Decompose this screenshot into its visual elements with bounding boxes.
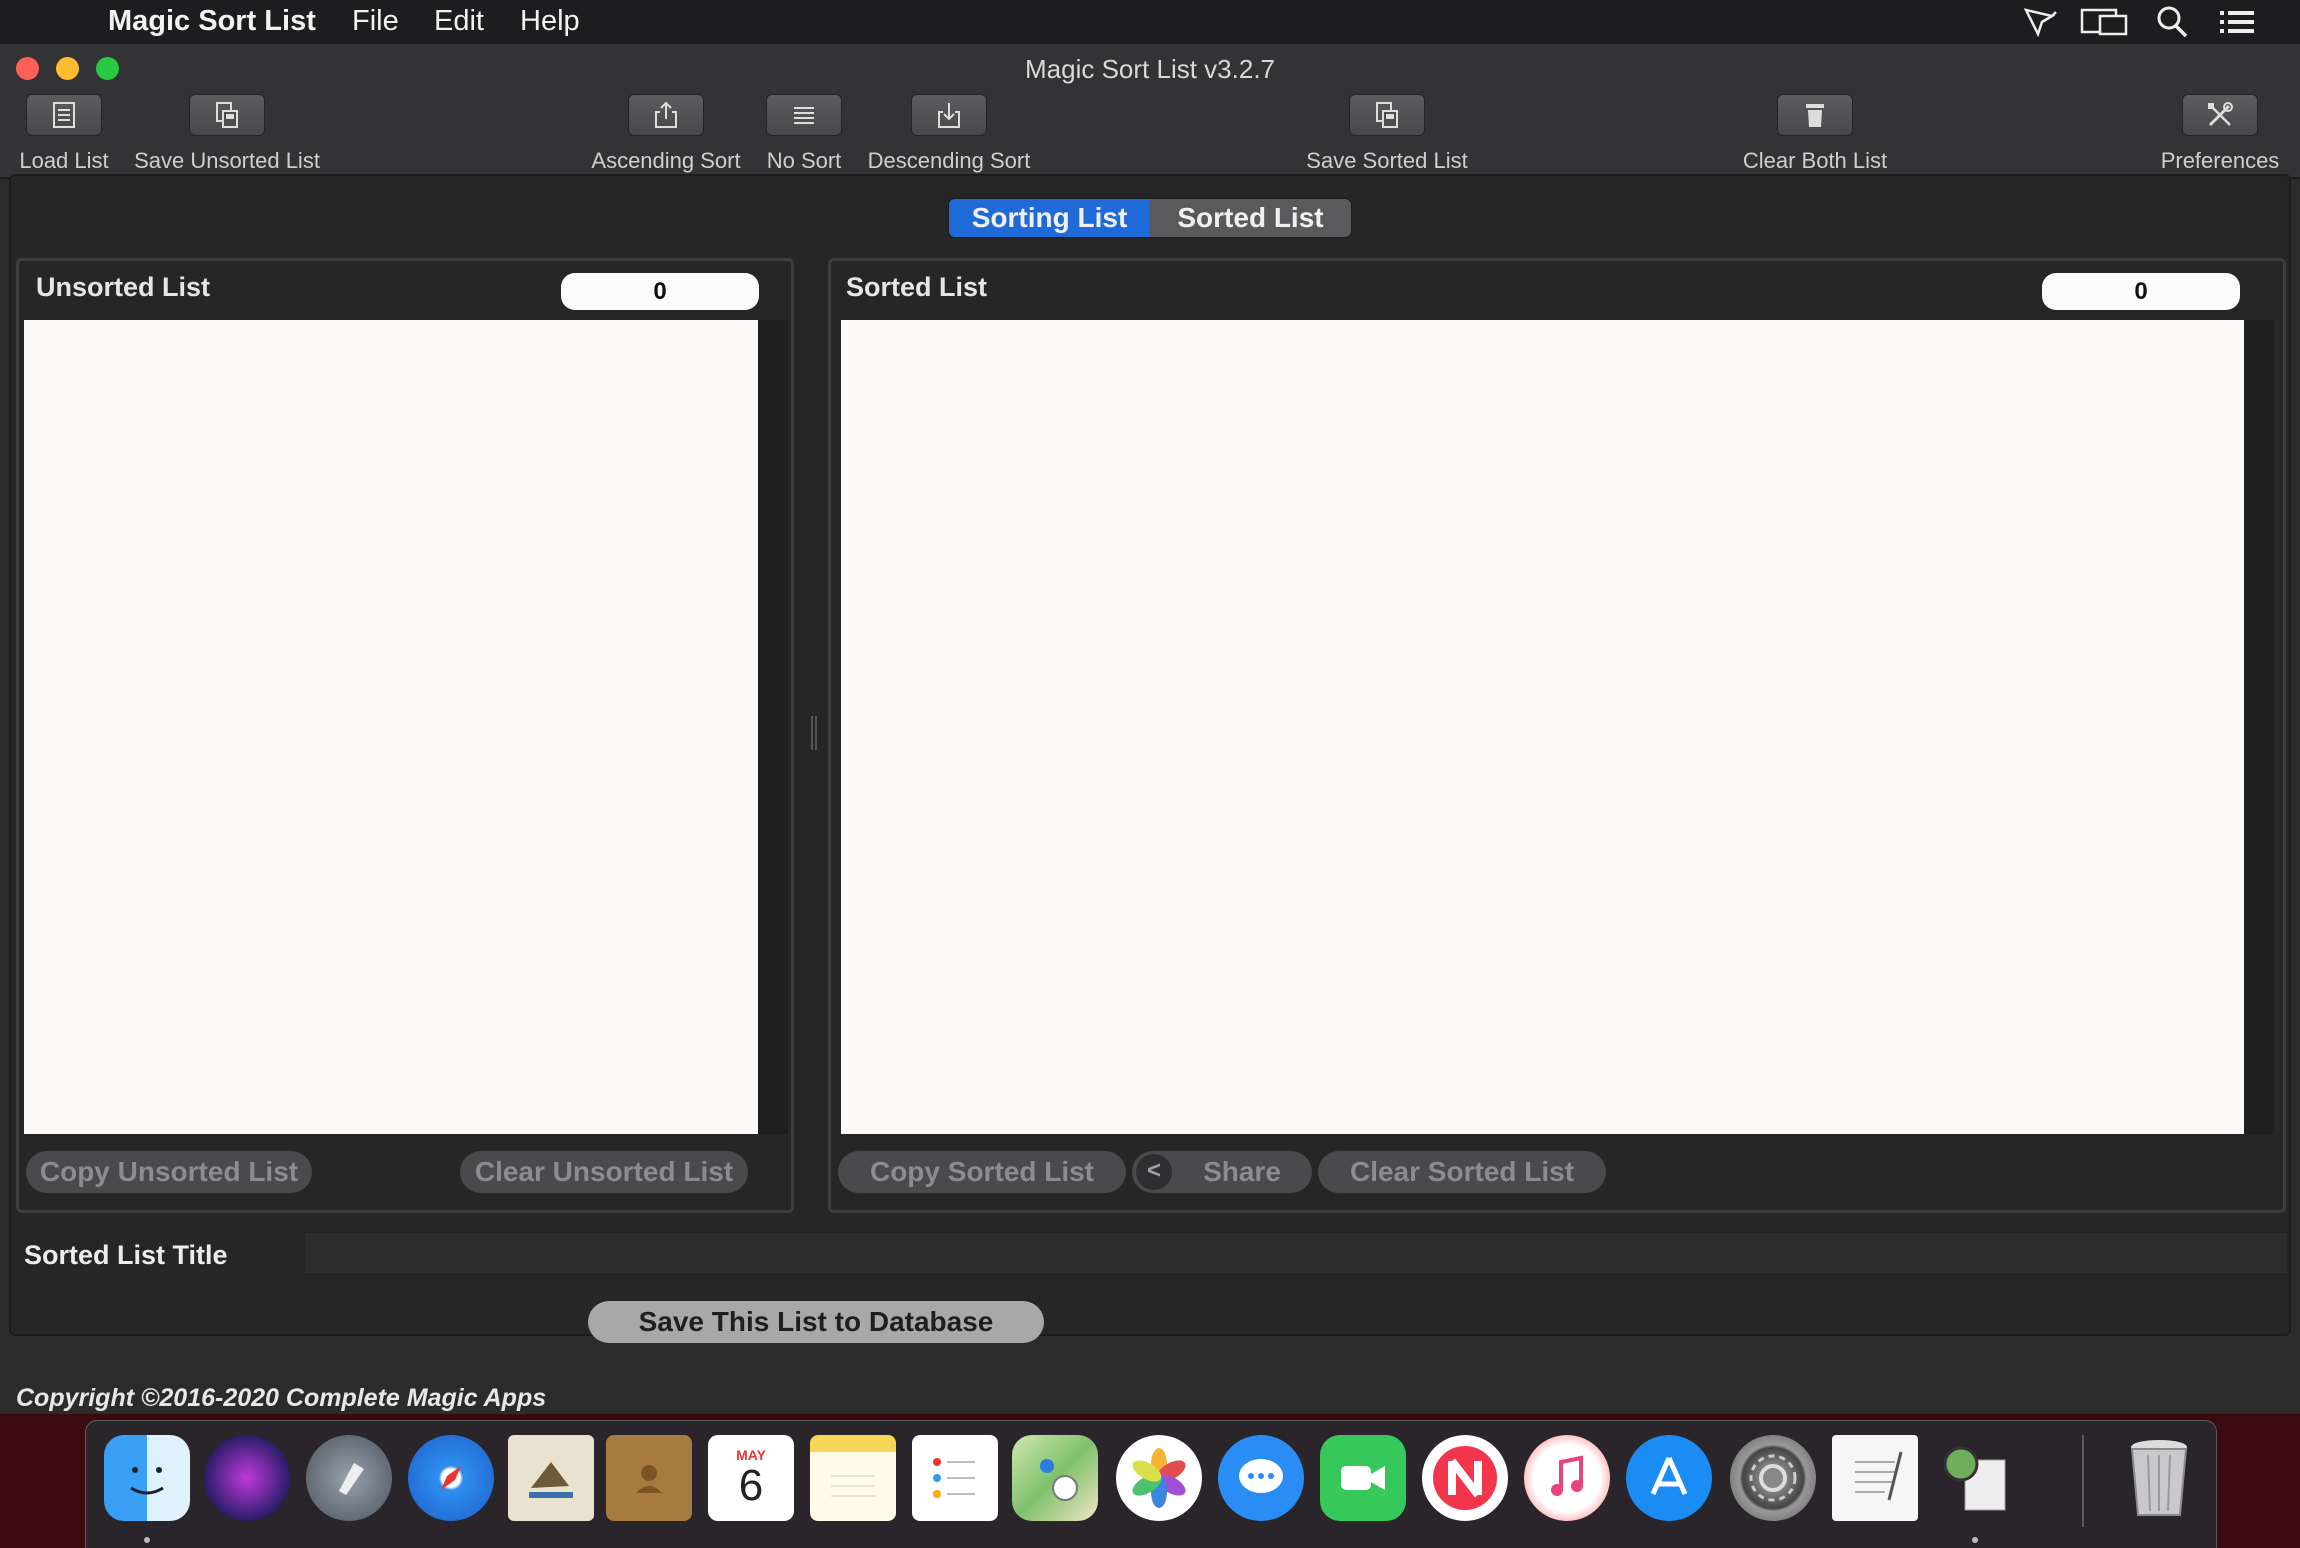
document-icon <box>53 102 75 128</box>
preferences-button[interactable]: Preferences <box>2150 94 2290 174</box>
sorted-list-area[interactable] <box>841 320 2244 1134</box>
edit-menu[interactable]: Edit <box>434 5 484 38</box>
clear-sorted-list-button[interactable]: Clear Sorted List <box>1318 1151 1606 1193</box>
calendar-icon[interactable]: MAY 6 <box>708 1435 794 1521</box>
load-list-label: Load List <box>19 148 109 173</box>
siri-icon[interactable] <box>204 1435 290 1521</box>
no-sort-label: No Sort <box>766 148 842 173</box>
title-bar: Magic Sort List v3.2.7 Load List Save Un… <box>0 44 2300 179</box>
facetime-icon[interactable] <box>1320 1435 1406 1521</box>
dock-separator <box>2082 1435 2084 1527</box>
lines-icon <box>794 107 814 124</box>
finder-icon[interactable] <box>104 1435 190 1521</box>
mail-icon[interactable] <box>508 1435 594 1521</box>
save-document-icon <box>216 102 238 128</box>
messages-icon[interactable] <box>1218 1435 1304 1521</box>
descending-sort-button[interactable]: Descending Sort <box>860 94 1038 174</box>
music-icon[interactable] <box>1524 1435 1610 1521</box>
app-menu[interactable]: Magic Sort List <box>108 5 316 38</box>
ascending-sort-label: Ascending Sort <box>591 148 741 173</box>
running-indicator <box>1972 1537 1978 1543</box>
clear-unsorted-list-button[interactable]: Clear Unsorted List <box>460 1151 748 1193</box>
split-view-divider[interactable] <box>811 716 817 750</box>
save-unsorted-list-label: Save Unsorted List <box>134 148 320 173</box>
download-icon <box>938 103 960 128</box>
unsorted-list-title: Unsorted List <box>36 272 211 302</box>
sorted-list-title-label: Sorted List Title <box>24 1240 228 1270</box>
unsorted-count-field: 0 <box>561 273 759 310</box>
clear-both-list-label: Clear Both List <box>1742 148 1888 173</box>
load-list-button[interactable]: Load List <box>10 94 118 174</box>
no-sort-button[interactable]: No Sort <box>760 94 848 174</box>
save-unsorted-list-button[interactable]: Save Unsorted List <box>126 94 328 174</box>
sorted-list-title: Sorted List <box>846 272 988 302</box>
tab-sorting-list[interactable]: Sorting List <box>949 199 1150 237</box>
share-button[interactable]: < Share <box>1132 1151 1312 1193</box>
preferences-label: Preferences <box>2160 148 2280 173</box>
copyright-text: Copyright ©2016-2020 Complete Magic Apps <box>16 1384 547 1412</box>
system-preferences-icon[interactable] <box>1730 1435 1816 1521</box>
copy-sorted-list-button[interactable]: Copy Sorted List <box>838 1151 1126 1193</box>
descending-sort-label: Descending Sort <box>867 148 1031 173</box>
display-icon[interactable] <box>2080 4 2128 40</box>
app-store-icon[interactable] <box>1626 1435 1712 1521</box>
save-document-icon <box>1376 102 1398 128</box>
photos-icon[interactable] <box>1116 1435 1202 1521</box>
notes-icon[interactable] <box>810 1435 896 1521</box>
unsorted-scrollbar[interactable] <box>758 320 788 1134</box>
tab-sorted-list[interactable]: Sorted List <box>1150 199 1351 237</box>
save-to-database-button[interactable]: Save This List to Database <box>588 1301 1044 1343</box>
running-indicator <box>144 1537 150 1543</box>
upload-icon <box>655 101 677 128</box>
save-sorted-list-label: Save Sorted List <box>1306 148 1468 173</box>
share-label: Share <box>1203 1156 1281 1187</box>
dock: MAY 6 <box>85 1420 2217 1548</box>
window-title: Magic Sort List v3.2.7 <box>1025 54 1275 84</box>
trash-icon <box>1806 104 1824 127</box>
launchpad-icon[interactable] <box>306 1435 392 1521</box>
copy-unsorted-list-button[interactable]: Copy Unsorted List <box>26 1151 312 1193</box>
tab-control: Sorting List Sorted List <box>948 198 1352 238</box>
search-icon[interactable] <box>2154 4 2192 40</box>
help-menu[interactable]: Help <box>520 5 580 38</box>
clear-both-list-button[interactable]: Clear Both List <box>1730 94 1900 174</box>
share-icon: < <box>1136 1154 1172 1190</box>
sorted-list-title-input[interactable] <box>304 1232 2288 1274</box>
sorted-count-field: 0 <box>2042 273 2240 310</box>
textedit-icon[interactable] <box>1832 1435 1918 1521</box>
menu-bar: Magic Sort List File Edit Help <box>0 0 2300 44</box>
reminders-icon[interactable] <box>912 1435 998 1521</box>
unsorted-list-area[interactable] <box>24 320 758 1134</box>
contacts-icon[interactable] <box>606 1435 692 1521</box>
airplay-icon[interactable] <box>2022 4 2060 40</box>
news-icon[interactable] <box>1422 1435 1508 1521</box>
preview-icon[interactable] <box>1932 1435 2018 1521</box>
safari-icon[interactable] <box>408 1435 494 1521</box>
tools-icon <box>2208 102 2233 127</box>
sorted-scrollbar[interactable] <box>2244 320 2274 1134</box>
maps-icon[interactable] <box>1012 1435 1098 1521</box>
list-icon[interactable] <box>2218 4 2256 40</box>
calendar-day: 6 <box>738 1461 764 1510</box>
file-menu[interactable]: File <box>352 5 399 38</box>
trash-icon[interactable] <box>2116 1435 2202 1521</box>
save-sorted-list-button[interactable]: Save Sorted List <box>1296 94 1478 174</box>
ascending-sort-button[interactable]: Ascending Sort <box>582 94 750 174</box>
